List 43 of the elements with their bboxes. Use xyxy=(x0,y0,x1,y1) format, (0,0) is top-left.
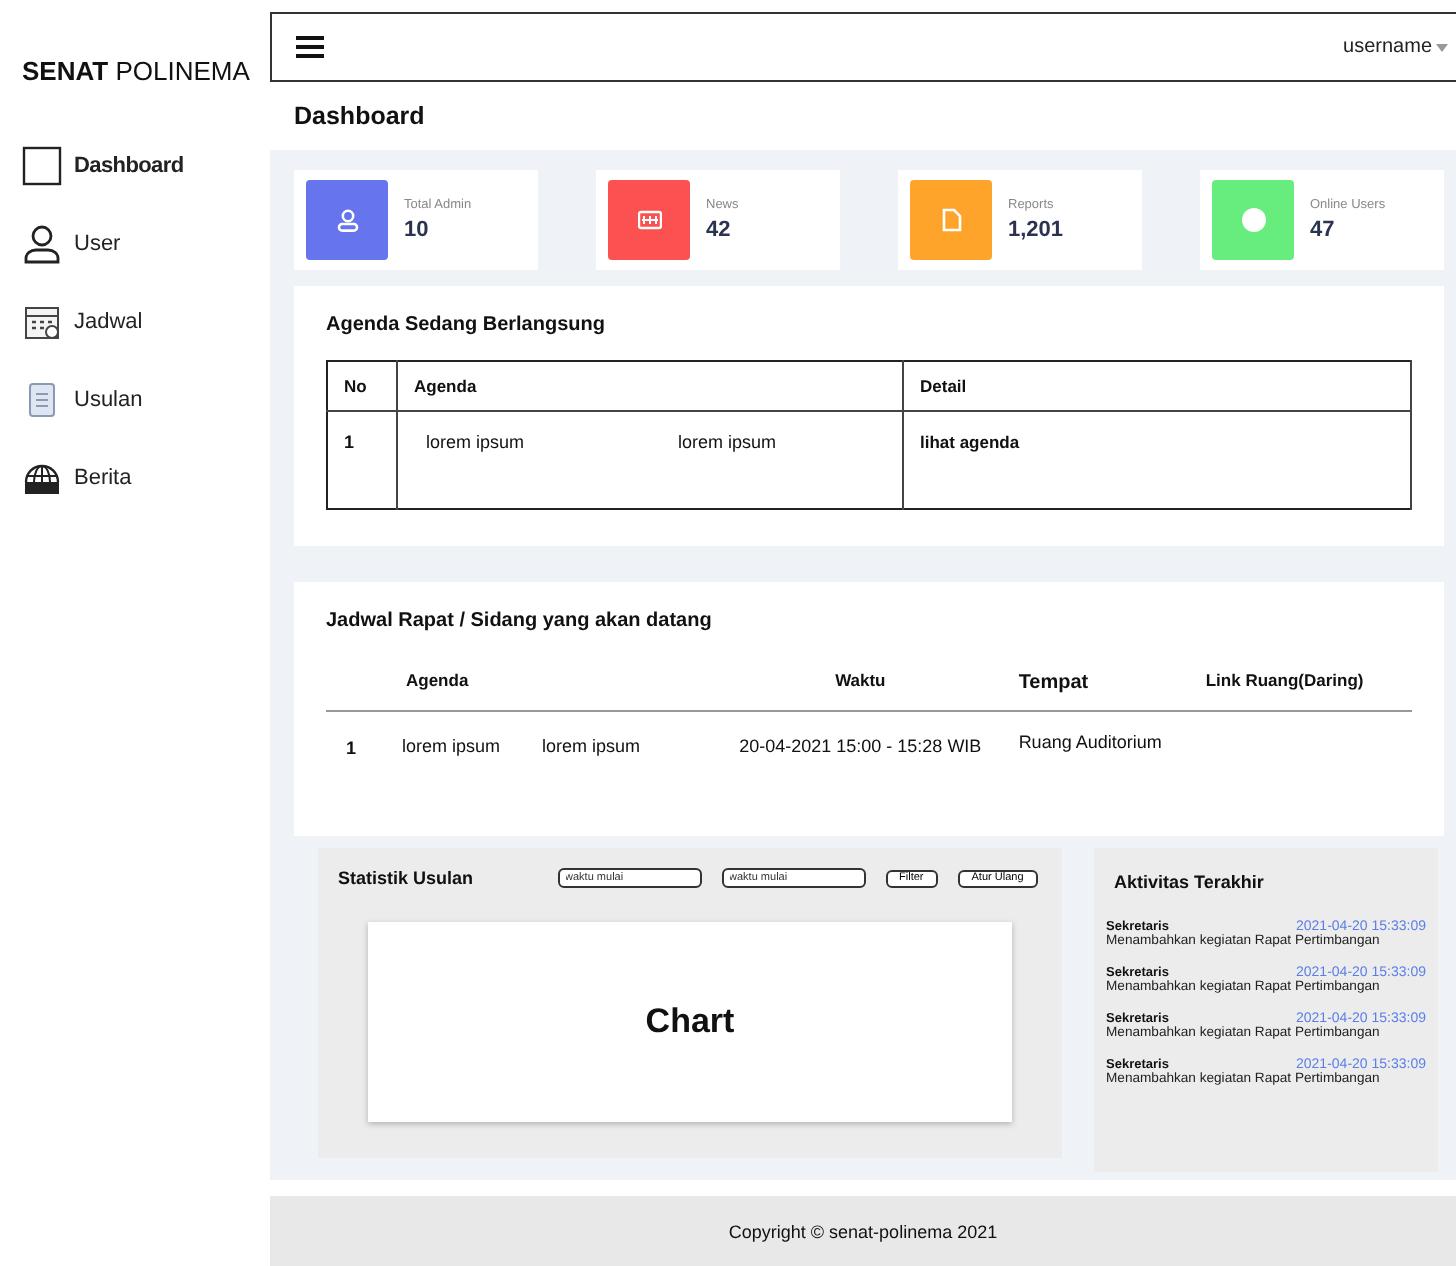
chart-label: Chart xyxy=(645,1002,735,1042)
user-icon xyxy=(22,223,62,263)
section-title: Statistik Usulan xyxy=(338,868,474,888)
column-header: Link Ruang(Daring) xyxy=(1205,656,1412,711)
table-cell: 1 xyxy=(327,411,397,509)
sidebar-item[interactable]: User xyxy=(0,204,270,282)
sidebar-item[interactable]: Dashboard xyxy=(0,126,270,204)
stat-value: 1,201 xyxy=(1008,218,1064,242)
table-cell: 20-04-2021 15:00 - 15:28 WIB xyxy=(702,711,1019,778)
table-cell: lorem ipsum xyxy=(378,711,542,778)
circle-icon xyxy=(1241,208,1265,232)
column-header: Tempat xyxy=(1018,656,1206,711)
square-icon xyxy=(22,145,62,185)
column-header: Agenda xyxy=(397,361,650,411)
column-header: Waktu xyxy=(702,656,1019,711)
table-cell: lorem ipsum xyxy=(650,411,903,509)
newspaper-icon xyxy=(637,210,661,230)
stat-value: 42 xyxy=(706,218,733,242)
sidebar-item[interactable]: Berita xyxy=(0,438,270,516)
sidebar-item[interactable]: Usulan xyxy=(0,360,270,438)
user-icon xyxy=(335,208,359,232)
table-cell: lorem ipsum xyxy=(542,711,702,778)
caret-icon xyxy=(1436,43,1448,51)
column-header: Detail xyxy=(903,361,1411,411)
user-menu[interactable]: username xyxy=(1343,36,1448,58)
table-cell: Ruang Auditorium xyxy=(1018,711,1206,778)
file-icon xyxy=(941,208,961,232)
copyright-text: Copyright © senat-polinema 2021 xyxy=(728,1221,998,1241)
page-title: Dashboard xyxy=(292,100,427,134)
table-cell: 1 xyxy=(326,711,378,778)
detail-link[interactable]: lihat agenda xyxy=(920,432,1020,452)
stat-value: 10 xyxy=(404,218,431,242)
brand-title: SENAT POLINEMA xyxy=(20,56,252,86)
table-cell: lorem ipsum xyxy=(397,411,650,509)
calendar-icon xyxy=(22,301,62,341)
section-title: Aktivitas Terakhir xyxy=(1114,872,1266,892)
stat-value: 47 xyxy=(1310,218,1337,242)
sidebar-item[interactable]: Jadwal xyxy=(0,282,270,360)
menu-icon[interactable] xyxy=(296,36,324,58)
column-header: Agenda xyxy=(378,656,542,711)
section-title: Jadwal Rapat / Sidang yang akan datang xyxy=(326,610,714,632)
column-header: No xyxy=(327,361,397,411)
section-title: Agenda Sedang Berlangsung xyxy=(326,314,607,336)
